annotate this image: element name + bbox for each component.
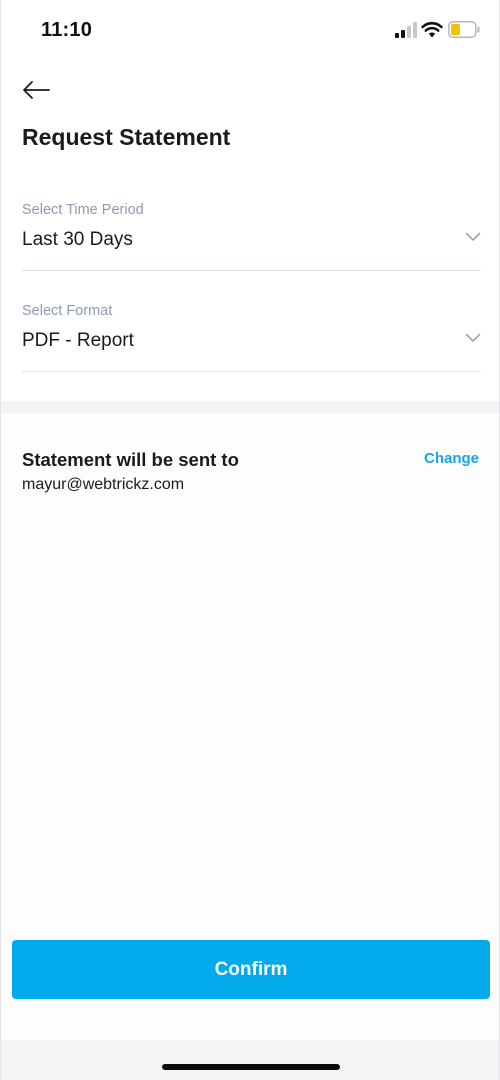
battery-icon bbox=[448, 21, 480, 38]
time-period-label: Select Time Period bbox=[22, 202, 144, 218]
format-select[interactable]: Select Format PDF - Report bbox=[22, 301, 481, 372]
section-separator bbox=[1, 401, 499, 413]
chevron-down-icon bbox=[465, 232, 481, 241]
time-period-select[interactable]: Select Time Period Last 30 Days bbox=[22, 200, 481, 271]
change-email-link[interactable]: Change bbox=[424, 450, 479, 467]
status-time: 11:10 bbox=[41, 19, 93, 41]
format-value: PDF - Report bbox=[22, 330, 134, 351]
arrow-left-icon bbox=[23, 81, 50, 99]
recipient-section: Statement will be sent to Change mayur@w… bbox=[1, 413, 499, 1040]
home-indicator bbox=[162, 1064, 340, 1070]
recipient-heading: Statement will be sent to bbox=[22, 449, 239, 470]
signal-icon bbox=[395, 22, 417, 38]
status-bar: 11:10 bbox=[1, 0, 499, 60]
format-label: Select Format bbox=[22, 303, 113, 319]
page-title: Request Statement bbox=[22, 124, 231, 150]
home-bar-area bbox=[1, 1040, 499, 1080]
chevron-down-icon bbox=[465, 333, 481, 342]
time-period-value: Last 30 Days bbox=[22, 229, 133, 250]
recipient-email: mayur@webtrickz.com bbox=[22, 476, 185, 493]
back-button[interactable] bbox=[17, 72, 57, 108]
request-statement-screen: 11:10 Request Statement Select Time Peri… bbox=[0, 0, 500, 1080]
wifi-icon bbox=[421, 21, 443, 38]
confirm-button[interactable]: Confirm bbox=[12, 940, 490, 999]
